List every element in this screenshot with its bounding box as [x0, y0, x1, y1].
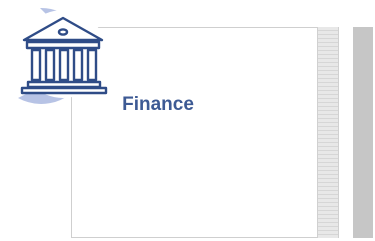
- scroll-track-striped[interactable]: [317, 27, 339, 238]
- scroll-gap: [339, 27, 353, 238]
- bank-icon: [18, 7, 108, 104]
- finance-tile-scene: Finance: [0, 0, 375, 241]
- scroll-bar[interactable]: [353, 27, 373, 238]
